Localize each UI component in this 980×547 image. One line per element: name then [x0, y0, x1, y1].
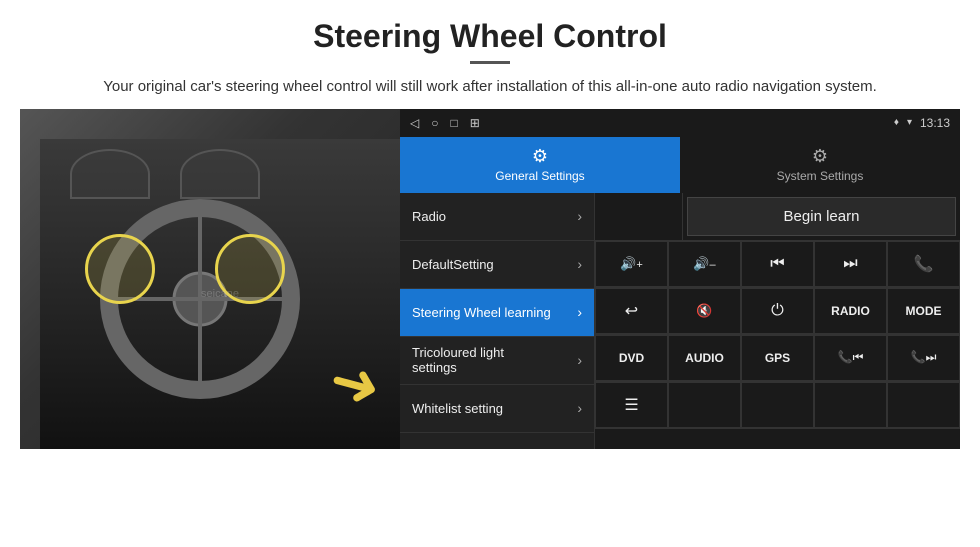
status-bar: ◁ ○ □ ⊞ ♦ ▾ 13:13 [400, 109, 960, 137]
menu-nav-icon[interactable]: ⊞ [470, 116, 480, 130]
wifi-icon: ▾ [907, 117, 912, 128]
control-row-3: DVD AUDIO GPS 📞⏮ 📞⏭ [595, 335, 960, 382]
menu-item-whitelist[interactable]: Whitelist setting › [400, 385, 594, 433]
vol-down-icon: 🔊– [693, 256, 715, 272]
android-main: Radio › DefaultSetting › Steering Wheel … [400, 193, 960, 449]
dvd-label: DVD [619, 351, 644, 365]
location-icon: ♦ [894, 117, 899, 128]
content-area: ➜ seicane ◁ ○ □ ⊞ ♦ ▾ 13:13 ⚙ [20, 109, 960, 449]
home-icon[interactable]: ○ [431, 116, 438, 130]
list-menu-icon: ☰ [624, 395, 638, 415]
menu-tricoloured-chevron: › [577, 352, 582, 368]
next-icon: ⏭ [843, 255, 857, 273]
menu-steering-label: Steering Wheel learning [412, 305, 577, 320]
control-row-1: 🔊+ 🔊– ⏮ ⏭ 📞 [595, 241, 960, 288]
call-next-icon: 📞⏭ [911, 350, 937, 365]
list-menu-button[interactable]: ☰ [595, 382, 668, 428]
status-bar-right: ♦ ▾ 13:13 [894, 116, 950, 130]
page-title: Steering Wheel Control [60, 18, 920, 55]
menu-radio-label: Radio [412, 209, 577, 224]
tab-general-settings[interactable]: ⚙ General Settings [400, 137, 680, 193]
gps-button[interactable]: GPS [741, 335, 814, 381]
right-circle-highlight [215, 234, 285, 304]
begin-learn-label: Begin learn [784, 208, 860, 225]
hangup-button[interactable]: ↩ [595, 288, 668, 334]
vol-down-button[interactable]: 🔊– [668, 241, 741, 287]
menu-tricoloured-label: Tricoloured lightsettings [412, 345, 577, 375]
empty-cell-4 [887, 382, 960, 428]
prev-button[interactable]: ⏮ [741, 241, 814, 287]
call-button[interactable]: 📞 [887, 241, 960, 287]
call-icon: 📞 [914, 254, 934, 274]
menu-whitelist-label: Whitelist setting [412, 401, 577, 416]
menu-item-steering-wheel[interactable]: Steering Wheel learning › [400, 289, 594, 337]
title-divider [470, 61, 510, 64]
back-icon[interactable]: ◁ [410, 116, 419, 130]
tab-system-label: System Settings [777, 169, 864, 183]
tab-general-label: General Settings [495, 169, 584, 183]
menu-radio-chevron: › [577, 208, 582, 224]
mode-label: MODE [906, 304, 942, 318]
gps-label: GPS [765, 351, 790, 365]
call-prev-button[interactable]: 📞⏮ [814, 335, 887, 381]
vol-up-button[interactable]: 🔊+ [595, 241, 668, 287]
power-button[interactable]: ⏻ [741, 288, 814, 334]
status-bar-left: ◁ ○ □ ⊞ [410, 116, 480, 130]
right-panel: Begin learn 🔊+ 🔊– ⏮ ⏭ [595, 193, 960, 449]
menu-steering-chevron: › [577, 304, 582, 320]
menu-item-radio[interactable]: Radio › [400, 193, 594, 241]
last-row: ☰ [595, 382, 960, 429]
radio-label: RADIO [831, 304, 870, 318]
audio-button[interactable]: AUDIO [668, 335, 741, 381]
next-button[interactable]: ⏭ [814, 241, 887, 287]
mute-button[interactable]: 🔇 [668, 288, 741, 334]
car-image-bg: ➜ seicane [20, 109, 400, 449]
mode-button[interactable]: MODE [887, 288, 960, 334]
general-settings-icon: ⚙ [532, 146, 548, 167]
audio-label: AUDIO [685, 351, 724, 365]
power-icon: ⏻ [771, 302, 784, 320]
tab-bar: ⚙ General Settings ⚙ System Settings [400, 137, 960, 193]
menu-item-tricoloured[interactable]: Tricoloured lightsettings › [400, 337, 594, 385]
hangup-icon: ↩ [625, 301, 638, 321]
left-menu: Radio › DefaultSetting › Steering Wheel … [400, 193, 595, 449]
control-row-2: ↩ 🔇 ⏻ RADIO MODE [595, 288, 960, 335]
empty-cell-2 [741, 382, 814, 428]
radio-button[interactable]: RADIO [814, 288, 887, 334]
system-settings-icon: ⚙ [812, 146, 828, 167]
menu-default-label: DefaultSetting [412, 257, 577, 272]
left-circle-highlight [85, 234, 155, 304]
page-subtitle: Your original car's steering wheel contr… [60, 76, 920, 99]
dvd-button[interactable]: DVD [595, 335, 668, 381]
mute-icon: 🔇 [696, 303, 712, 319]
call-next-button[interactable]: 📞⏭ [887, 335, 960, 381]
menu-item-default-setting[interactable]: DefaultSetting › [400, 241, 594, 289]
menu-whitelist-chevron: › [577, 400, 582, 416]
empty-cell-1 [668, 382, 741, 428]
begin-learn-button[interactable]: Begin learn [687, 197, 956, 236]
call-prev-icon: 📞⏮ [838, 350, 864, 365]
clock: 13:13 [920, 116, 950, 130]
menu-default-chevron: › [577, 256, 582, 272]
prev-icon: ⏮ [770, 255, 784, 273]
recents-icon[interactable]: □ [450, 116, 457, 130]
radio-slot [595, 193, 683, 240]
right-top-row: Begin learn [595, 193, 960, 241]
car-image: ➜ seicane [20, 109, 400, 449]
android-ui: ◁ ○ □ ⊞ ♦ ▾ 13:13 ⚙ General Settings ⚙ S… [400, 109, 960, 449]
page-header: Steering Wheel Control Your original car… [0, 0, 980, 109]
empty-cell-3 [814, 382, 887, 428]
tab-system-settings[interactable]: ⚙ System Settings [680, 137, 960, 193]
vol-up-icon: 🔊+ [620, 256, 643, 272]
